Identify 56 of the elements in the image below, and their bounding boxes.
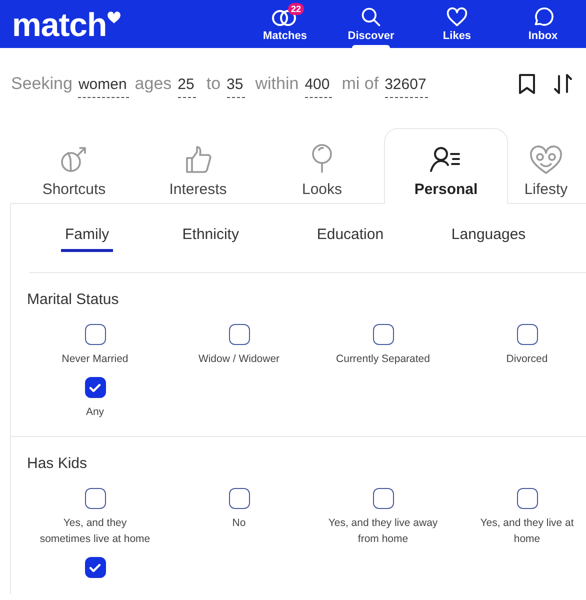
checkbox[interactable] xyxy=(84,557,106,578)
checkbox[interactable] xyxy=(84,488,106,509)
checkbox[interactable] xyxy=(228,488,250,509)
checkbox[interactable] xyxy=(228,324,250,345)
check-icon xyxy=(89,382,101,392)
thumbs-up-icon xyxy=(183,145,213,175)
nav-tab[interactable]: Discover xyxy=(328,0,414,48)
section-title: Has Kids xyxy=(27,455,88,472)
sub-tab[interactable]: Family xyxy=(61,226,114,252)
nav-tab[interactable]: Matches 22 xyxy=(242,0,328,48)
person-list-icon xyxy=(429,145,463,175)
search-label: to xyxy=(206,74,221,94)
category-tab[interactable]: Lifesty xyxy=(508,128,584,204)
option-label: Divorced xyxy=(505,352,549,367)
category-tab[interactable]: Interests xyxy=(136,128,260,204)
checkbox[interactable] xyxy=(372,324,394,345)
heart-face-icon xyxy=(529,145,563,175)
category-tab[interactable]: Personal xyxy=(384,128,508,204)
count-badge: 22 xyxy=(288,3,304,15)
match-logo[interactable]: match xyxy=(12,8,121,40)
option-label: Widow / Widower xyxy=(197,352,281,367)
filter-value[interactable]: women xyxy=(78,76,129,98)
filter-value[interactable]: 25 xyxy=(178,76,196,98)
option-label: Yes, and they sometimes live at home xyxy=(38,516,152,547)
option-label: Currently Separated xyxy=(335,352,431,367)
sort-icon[interactable] xyxy=(554,73,572,95)
option-label: Yes, and they live at home xyxy=(479,516,575,547)
search-label: within xyxy=(255,74,299,94)
checkbox[interactable] xyxy=(84,324,106,345)
chat-bubble-icon xyxy=(532,6,554,28)
search-label: mi of xyxy=(342,74,379,94)
check-icon xyxy=(89,562,101,572)
category-tab[interactable]: Shortcuts xyxy=(12,128,136,204)
bookmark-icon[interactable] xyxy=(518,73,536,95)
checkbox[interactable] xyxy=(372,488,394,509)
checkbox[interactable] xyxy=(516,488,538,509)
checkbox[interactable] xyxy=(84,377,106,398)
sub-tab[interactable]: Education xyxy=(312,226,388,252)
option-label: Yes, and they live away from home xyxy=(327,516,439,547)
filter-value[interactable]: 32607 xyxy=(384,76,428,98)
search-label: Seeking xyxy=(11,74,72,94)
option-label: No xyxy=(231,516,247,531)
nav-tab[interactable]: Inbox xyxy=(500,0,586,48)
nav-tab[interactable]: Likes xyxy=(414,0,500,48)
search-label: ages xyxy=(134,74,172,94)
option-label: Never Married xyxy=(60,352,130,367)
filter-value[interactable]: 35 xyxy=(226,76,246,98)
section-title: Marital Status xyxy=(27,291,120,308)
search-icon xyxy=(360,6,382,28)
sub-tab[interactable]: Languages xyxy=(447,226,530,252)
heart-icon xyxy=(446,6,468,28)
filter-value[interactable]: 400 xyxy=(304,76,332,98)
option-label: Any xyxy=(84,405,106,420)
sub-tab[interactable]: Ethnicity xyxy=(178,226,243,252)
category-tab[interactable]: Looks xyxy=(260,128,384,204)
checkbox[interactable] xyxy=(516,324,538,345)
